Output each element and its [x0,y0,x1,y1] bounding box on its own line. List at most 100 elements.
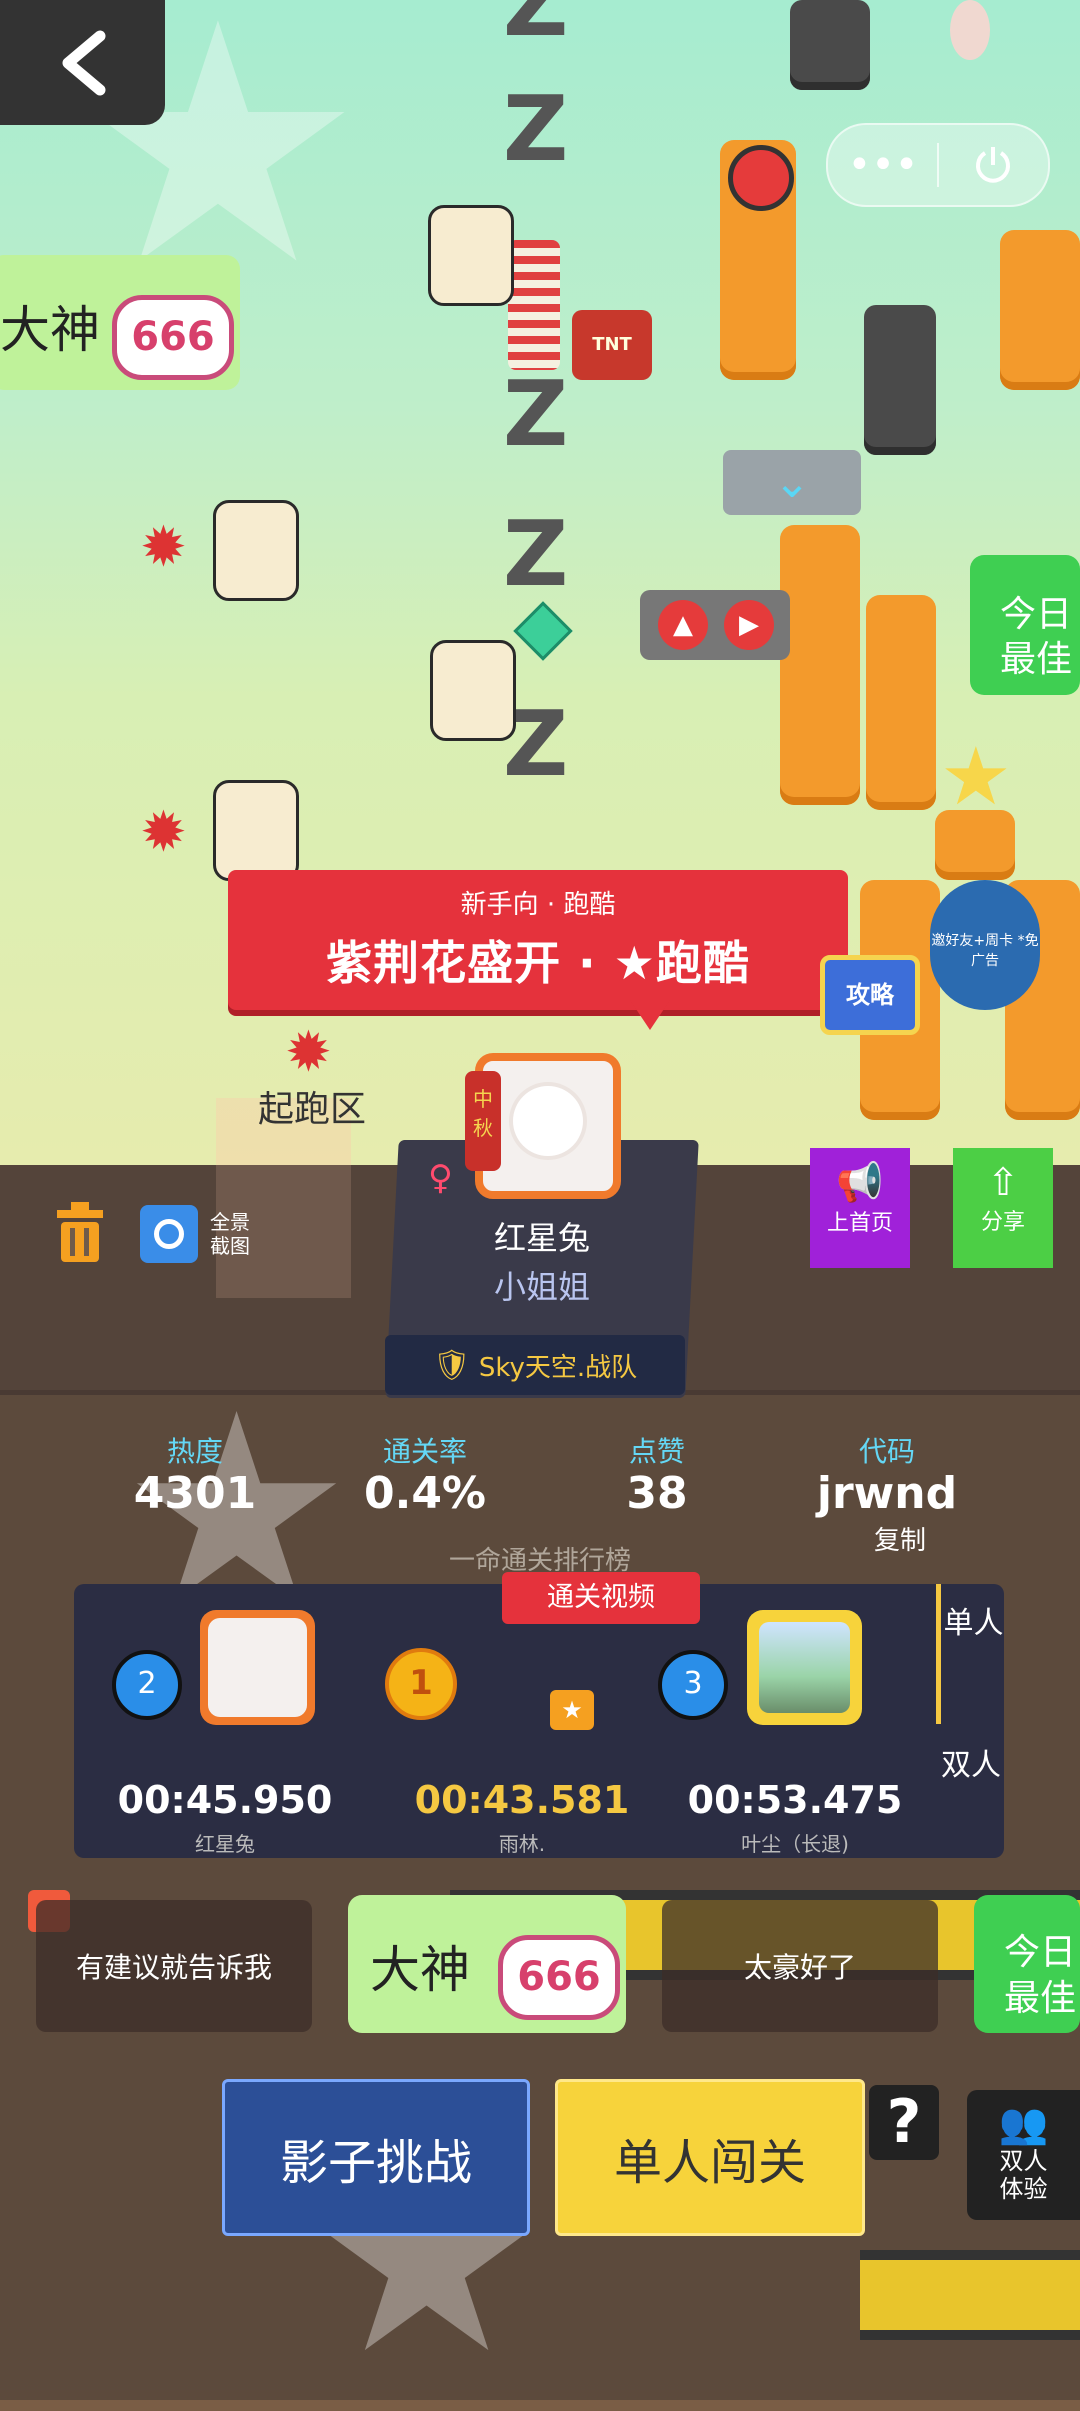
arrow-right-icon: ▶ [724,600,774,650]
shadow-challenge-label: 影子挑战 [279,2134,472,2191]
solo-play-button[interactable]: 单人闯关 [555,2079,865,2236]
bullet-comment: 有建议就告诉我 [36,1900,312,2032]
spike-ball-icon: ✹ [140,800,187,865]
dark-block [790,0,870,90]
zigzag-platform: Z [503,77,569,182]
rabbit-avatar-image [208,1618,307,1717]
orange-block [866,595,936,810]
arrow-up-icon: ▲ [658,600,708,650]
female-icon: ♀ [428,1158,453,1198]
invite-label: 邀好友+周卡 *免广告 [931,933,1039,969]
screenshot-label: 全景截图 [210,1210,250,1258]
leaderboard-name: 红星兔 [195,1832,255,1856]
author-title: 小姐姐 [493,1268,590,1306]
stat-code-value: jrwnd [816,1468,958,1519]
leaderboard-avatar[interactable] [200,1610,315,1725]
gold-medal-icon: 1 [385,1648,457,1720]
tnt-block: TNT [572,310,652,380]
festival-frame-tag: 中秋 [465,1071,501,1171]
rank-badge: 3 [658,1650,728,1720]
drop-platform: ⌄ [723,450,861,515]
more-button[interactable]: ••• [828,125,938,205]
stat-code-label: 代码 [858,1435,915,1468]
lightbulb-icon [950,0,990,60]
author-avatar[interactable]: 中秋 [465,1053,621,1199]
banner-pointer [630,1000,670,1030]
sticker-text: 最佳 [1004,1978,1077,2019]
promote-label: 上首页 [826,1211,893,1236]
today-best-sticker: 今日 最佳 [970,555,1080,695]
sticker-text: 大神 [370,1941,470,1999]
share-button[interactable]: ⇧ 分享 [953,1148,1053,1268]
leaderboard-name: 叶尘（长退) [741,1832,849,1856]
orange-block [780,525,860,805]
guide-button[interactable]: 攻略 [820,955,920,1035]
cactus-block [213,780,299,881]
cactus-block [213,500,299,601]
stat-heat-value: 4301 [133,1468,257,1519]
cactus-block [430,640,516,741]
invite-friends-button[interactable]: 邀好友+周卡 *免广告 [930,880,1040,1010]
delete-button[interactable] [53,1200,107,1264]
promote-to-home-button[interactable]: 📢 上首页 [810,1148,910,1268]
orange-block [1000,230,1080,390]
spike-ball-icon: ✹ [140,515,187,580]
tab-single[interactable]: 单人 [936,1584,1006,1724]
bullet-comment: 太豪好了 [662,1900,938,2032]
spike-ball-icon: ✹ [285,1020,332,1085]
leaderboard-time: 00:53.475 [687,1778,903,1822]
exit-button[interactable] [938,125,1048,205]
panorama-screenshot-button[interactable] [140,1205,198,1263]
shield-icon: 🛡 [432,1347,471,1383]
shadow-challenge-button[interactable]: 影子挑战 [222,2079,530,2236]
zigzag-platform: Z [503,502,569,607]
stat-likes-label: 点赞 [628,1435,685,1468]
team-badge[interactable]: 🛡 Sky天空.战队 [385,1335,685,1395]
leaderboard-name: 雨林. [498,1832,546,1856]
cactus-block [428,205,514,306]
back-button[interactable] [0,0,165,125]
leaderboard-avatar[interactable] [747,1610,862,1725]
start-zone-label: 起跑区 [258,1089,367,1130]
clear-video-button[interactable]: 通关视频 [502,1572,700,1624]
dashen-sticker: 大神 666 [348,1895,626,2033]
solo-play-label: 单人闯关 [613,2134,806,2191]
two-people-icon: 👥 [998,2101,1049,2147]
leaderboard-time: 00:45.950 [117,1778,333,1822]
duo-experience-button[interactable]: 👥 双人体验 [967,2090,1080,2220]
conveyor-belt [860,2250,1080,2340]
rank-badge: 2 [112,1650,182,1720]
duo-experience-label: 双人体验 [999,2147,1048,2203]
comment-text: 太豪好了 [743,1951,856,1984]
comment-text: 有建议就告诉我 [75,1951,272,1984]
zigzag-platform: Z [503,362,569,467]
share-label: 分享 [980,1210,1025,1235]
sticker-text: 今日 [1004,1932,1077,1973]
power-icon [976,147,1010,183]
sticker-text: 最佳 [1000,639,1073,680]
guide-label: 攻略 [846,981,894,1009]
sticker-text: 大神 [0,301,100,359]
help-button[interactable]: ? [869,2085,939,2160]
stat-likes-value[interactable]: 38 [557,1468,757,1519]
mini-program-capsule: ••• [826,123,1050,207]
fan-icon [728,145,794,211]
rank-star-icon: ★ [550,1690,594,1730]
badge-666: 666 [498,1935,620,2020]
author-name: 红星兔 [493,1219,590,1257]
stat-clear-rate-value: 0.4% [363,1468,487,1519]
copy-code-button[interactable]: 复制 [800,1520,1000,1557]
chevron-left-icon [62,30,105,95]
level-tags: 新手向 · 跑酷 [460,890,616,920]
megaphone-icon: 📢 [836,1160,884,1204]
more-dots-icon: ••• [847,142,919,188]
leaderboard-time: 00:43.581 [414,1778,630,1822]
trash-icon [57,1202,103,1262]
stat-heat-label: 热度 [166,1435,223,1468]
zigzag-platform: Z [503,0,569,57]
rabbit-avatar-image [513,1086,583,1156]
tab-double[interactable]: 双人 [936,1724,1006,1858]
camera-icon [154,1219,184,1249]
today-best-sticker: 今日 最佳 [974,1895,1080,2033]
team-name: Sky天空.战队 [478,1352,638,1383]
